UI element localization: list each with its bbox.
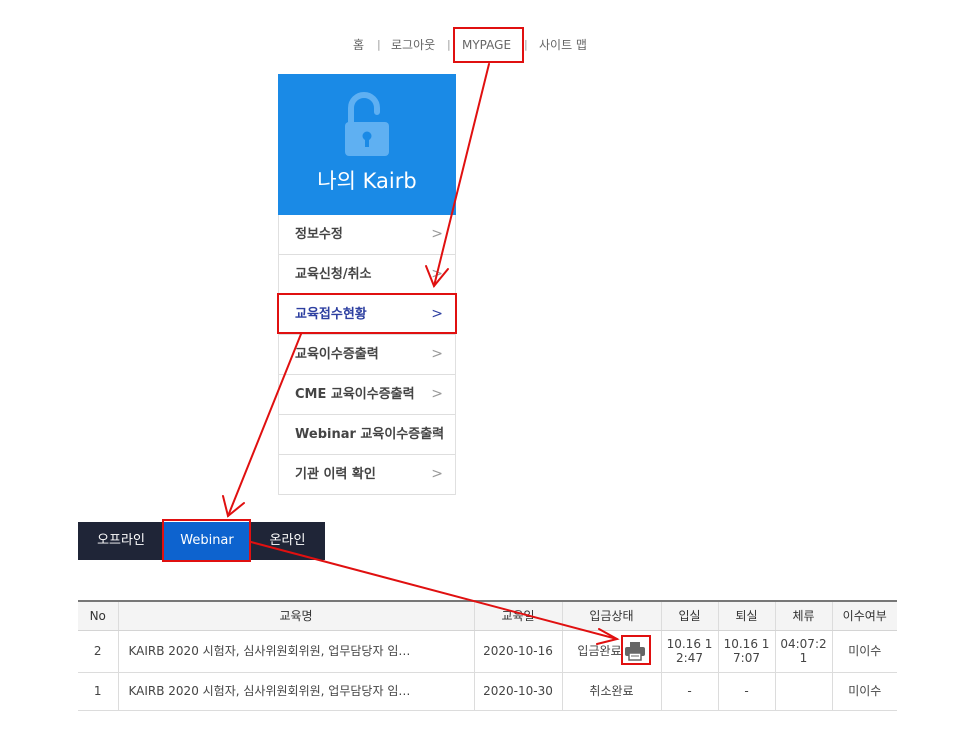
column-header-checkout: 퇴실 — [717, 600, 775, 631]
registration-table: No 교육명 교육일 입금상태 입실 퇴실 체류 이수여부 2 KAIRB 20… — [78, 600, 897, 711]
sidebar-item-edit-info[interactable]: 정보수정 > — [279, 215, 455, 255]
table-row: 2 KAIRB 2020 시험자, 심사위원회위원, 업무담당자 임… 2020… — [78, 630, 897, 673]
cell-completion: 미이수 — [831, 672, 897, 711]
sidebar-item-certificate-print[interactable]: 교육이수증출력 > — [279, 335, 455, 375]
nav-separator: | — [524, 38, 528, 51]
column-header-date: 교육일 — [473, 600, 562, 631]
chevron-right-icon: > — [431, 266, 443, 282]
education-type-tabs: 오프라인 Webinar 온라인 — [78, 522, 325, 560]
cell-payment: 입금완료 — [561, 630, 661, 673]
tab-webinar[interactable]: Webinar — [164, 522, 250, 560]
cell-date: 2020-10-30 — [473, 672, 562, 711]
nav-home-link[interactable]: 홈 — [353, 36, 364, 54]
nav-sitemap-link[interactable]: 사이트 맵 — [539, 36, 587, 54]
chevron-right-icon: > — [431, 466, 443, 482]
cell-no: 1 — [78, 672, 118, 711]
sidebar-menu: 정보수정 > 교육신청/취소 > 교육접수현황 > 교육이수증출력 > CME 교육이수… — [278, 215, 456, 495]
sidebar-item-institution-history[interactable]: 기관 이력 확인 > — [279, 455, 455, 495]
column-header-stay: 체류 — [774, 600, 832, 631]
sidebar-item-label: 기관 이력 확인 — [295, 467, 376, 482]
cell-checkout: 10.16 17:07 — [717, 630, 775, 673]
column-header-checkin: 입실 — [660, 600, 718, 631]
cell-payment: 취소완료 — [561, 672, 661, 711]
column-header-payment: 입금상태 — [561, 600, 661, 631]
chevron-right-icon: > — [431, 226, 443, 242]
top-navigation: 홈 | 로그아웃 | MYPAGE | 사이트 맵 — [0, 36, 960, 54]
column-header-completion: 이수여부 — [831, 600, 897, 631]
sidebar-item-webinar-certificate[interactable]: Webinar 교육이수증출력 > — [279, 415, 455, 455]
nav-separator: | — [377, 38, 381, 51]
mypage-sidebar: 나의 Kairb 정보수정 > 교육신청/취소 > 교육접수현황 > 교육이수증출력 >… — [278, 74, 456, 495]
sidebar-item-label: 교육접수현황 — [295, 307, 367, 322]
sidebar-item-apply-cancel[interactable]: 교육신청/취소 > — [279, 255, 455, 295]
chevron-right-icon: > — [431, 346, 443, 362]
table-header-row: No 교육명 교육일 입금상태 입실 퇴실 체류 이수여부 — [78, 600, 897, 631]
sidebar-header: 나의 Kairb — [278, 74, 456, 215]
table-row: 1 KAIRB 2020 시험자, 심사위원회위원, 업무담당자 임… 2020… — [78, 672, 897, 711]
unlock-icon — [345, 92, 389, 156]
sidebar-title: 나의 Kairb — [317, 169, 417, 193]
sidebar-item-label: 정보수정 — [295, 227, 343, 242]
column-header-no: No — [78, 600, 118, 631]
chevron-right-icon: > — [431, 386, 443, 402]
printer-icon[interactable] — [624, 641, 646, 661]
tab-offline[interactable]: 오프라인 — [78, 522, 164, 560]
cell-completion: 미이수 — [831, 630, 897, 673]
cell-date: 2020-10-16 — [473, 630, 562, 673]
cell-stay — [774, 672, 832, 711]
cell-checkin: 10.16 12:47 — [660, 630, 718, 673]
nav-separator: | — [447, 38, 451, 51]
nav-logout-link[interactable]: 로그아웃 — [391, 36, 435, 54]
sidebar-item-label: Webinar 교육이수증출력 — [295, 427, 445, 442]
sidebar-item-label: CME 교육이수증출력 — [295, 387, 415, 402]
sidebar-item-cme-certificate[interactable]: CME 교육이수증출력 > — [279, 375, 455, 415]
sidebar-item-label: 교육이수증출력 — [295, 347, 379, 362]
nav-mypage-link[interactable]: MYPAGE — [462, 36, 511, 54]
payment-status: 입금완료 — [577, 644, 622, 658]
cell-checkout: - — [717, 672, 775, 711]
cell-course[interactable]: KAIRB 2020 시험자, 심사위원회위원, 업무담당자 임… — [117, 672, 474, 711]
arrowhead — [222, 495, 245, 518]
cell-no: 2 — [78, 630, 118, 673]
chevron-right-icon: > — [431, 306, 443, 322]
tab-online[interactable]: 온라인 — [250, 522, 325, 560]
chevron-right-icon: > — [431, 426, 443, 442]
sidebar-item-label: 교육신청/취소 — [295, 267, 372, 282]
cell-course[interactable]: KAIRB 2020 시험자, 심사위원회위원, 업무담당자 임… — [117, 630, 474, 673]
column-header-course: 교육명 — [117, 600, 474, 631]
cell-checkin: - — [660, 672, 718, 711]
cell-stay: 04:07:21 — [774, 630, 832, 673]
sidebar-item-registration-status[interactable]: 교육접수현황 > — [279, 295, 455, 335]
